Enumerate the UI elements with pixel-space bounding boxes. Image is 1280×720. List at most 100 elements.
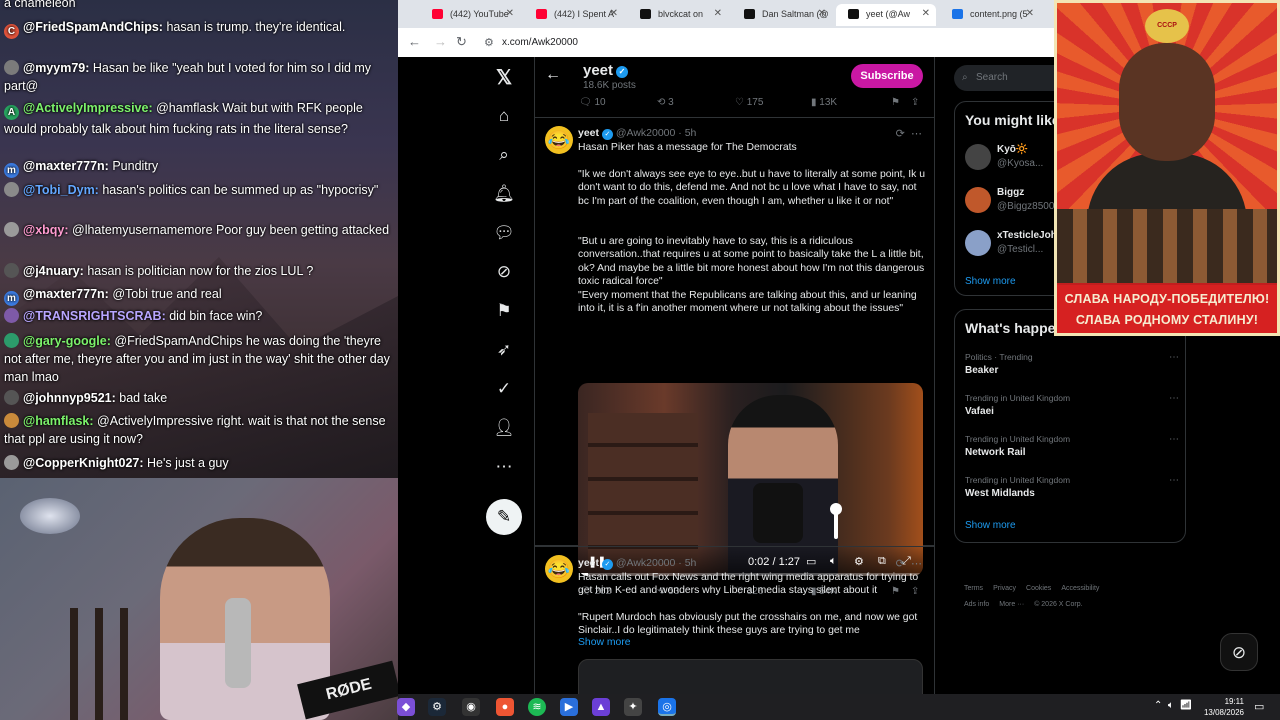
views-button[interactable]: ▮ 13K bbox=[811, 97, 837, 108]
more-icon[interactable]: ⋯ bbox=[492, 455, 516, 479]
chat-username[interactable]: @FriedSpamAndChips: bbox=[23, 20, 163, 34]
app-icon[interactable]: ◆ bbox=[397, 698, 415, 716]
browser-tab[interactable]: blvckcat on ✕ bbox=[628, 4, 728, 26]
volume-slider-knob[interactable] bbox=[830, 503, 842, 515]
browser-tab[interactable]: Dan Saltman (@ ✕ bbox=[732, 4, 832, 26]
chat-username[interactable]: @hamflask: bbox=[23, 414, 94, 428]
browser-icon[interactable]: ● bbox=[496, 698, 514, 716]
bookmark-icon[interactable]: ⚑ bbox=[891, 97, 900, 108]
home-icon[interactable]: ⌂ bbox=[492, 104, 516, 128]
chat-username[interactable]: @myym79: bbox=[23, 61, 89, 75]
chat-message: A @ActivelyImpressive: @hamflask Wait but… bbox=[4, 99, 396, 138]
chat-username[interactable]: @gary-google: bbox=[23, 334, 111, 348]
spotify-icon[interactable]: ≋ bbox=[528, 698, 546, 716]
post-handle[interactable]: @Awk20000 bbox=[616, 557, 676, 569]
trend-item[interactable]: Trending in United Kingdom Network Rail ⋯ bbox=[965, 434, 1179, 470]
x-logo-icon[interactable]: 𝕏 bbox=[492, 65, 516, 89]
footer-link[interactable]: © 2026 X Corp. bbox=[1034, 601, 1082, 608]
grok-icon[interactable]: ⊘ bbox=[492, 260, 516, 284]
post-more-icon[interactable]: ⟳ ⋯ bbox=[896, 127, 922, 140]
footer-link[interactable]: Cookies bbox=[1026, 585, 1051, 592]
browser-tab[interactable]: (442) I Spent A ✕ bbox=[524, 4, 624, 26]
app-icon[interactable]: ✦ bbox=[624, 698, 642, 716]
post-avatar[interactable]: 😂 bbox=[545, 555, 573, 583]
compose-post-button[interactable]: ✎ bbox=[486, 499, 522, 535]
trend-item[interactable]: Trending in United Kingdom Vafaei ⋯ bbox=[965, 393, 1179, 429]
chat-username[interactable]: @Tobi_Dym: bbox=[23, 183, 99, 197]
close-tab-icon[interactable]: ✕ bbox=[610, 4, 618, 24]
footer-link[interactable]: Terms bbox=[964, 585, 983, 592]
post[interactable]: 😂 yeet ✓ @Awk20000 · 5h ⟳ ⋯ Hasan calls … bbox=[535, 546, 934, 694]
verified-icon[interactable]: ✓ bbox=[492, 377, 516, 401]
post-author-name[interactable]: yeet bbox=[578, 127, 599, 139]
show-more-link[interactable]: Show more bbox=[965, 520, 1016, 531]
search-icon[interactable]: ⌕ bbox=[492, 143, 516, 167]
close-tab-icon[interactable]: ✕ bbox=[1026, 4, 1034, 24]
close-tab-icon[interactable]: ✕ bbox=[922, 4, 930, 24]
messages-icon[interactable]: 💬︎ bbox=[492, 221, 516, 245]
chat-username[interactable]: @xbqy: bbox=[23, 223, 69, 237]
system-tray-icons[interactable]: ⌃ 🔈︎ 📶︎ bbox=[1154, 700, 1192, 711]
trend-more-icon[interactable]: ⋯ bbox=[1169, 352, 1179, 363]
reply-button[interactable]: 🗨︎ 10 bbox=[579, 97, 606, 108]
url-field[interactable]: x.com/Awk20000 bbox=[502, 37, 578, 48]
post-media-thumbnail[interactable] bbox=[578, 659, 923, 694]
trend-more-icon[interactable]: ⋯ bbox=[1169, 475, 1179, 486]
footer-link[interactable]: Ads info bbox=[964, 601, 989, 608]
show-more-link[interactable]: Show more bbox=[578, 637, 631, 648]
post-avatar[interactable]: 😂 bbox=[545, 126, 573, 154]
close-tab-icon[interactable]: ✕ bbox=[506, 4, 514, 24]
chat-username[interactable]: @maxter777n: bbox=[23, 159, 109, 173]
forward-icon[interactable]: → bbox=[434, 34, 447, 49]
back-arrow-icon[interactable]: ← bbox=[545, 66, 561, 84]
post[interactable]: 😂 yeet ✓ @Awk20000 · 5h ⟳ ⋯ Hasan Piker … bbox=[535, 117, 934, 597]
footer-link[interactable]: More ··· bbox=[999, 601, 1024, 608]
share-icon[interactable]: ⇪ bbox=[911, 97, 919, 108]
trend-title: West Midlands bbox=[965, 488, 1035, 499]
clock[interactable]: 19:11 13/08/2026 bbox=[1198, 696, 1244, 718]
profile-icon[interactable]: 👤︎ bbox=[492, 416, 516, 440]
like-button[interactable]: ♡ 175 bbox=[735, 97, 763, 108]
back-icon[interactable]: ← bbox=[408, 34, 421, 49]
app-icon[interactable]: ▲ bbox=[592, 698, 610, 716]
post-more-icon[interactable]: ⟳ ⋯ bbox=[896, 557, 922, 570]
browser-tab[interactable]: yeet (@Aw ✕ bbox=[836, 4, 936, 26]
trend-more-icon[interactable]: ⋯ bbox=[1169, 434, 1179, 445]
browser-tab[interactable]: (442) YouTube ✕ bbox=[420, 4, 520, 26]
chat-username[interactable]: @CopperKnight027: bbox=[23, 456, 144, 470]
chat-username[interactable]: @j4nuary: bbox=[23, 264, 84, 278]
trend-item[interactable]: Politics · Trending Beaker ⋯ bbox=[965, 352, 1179, 388]
close-tab-icon[interactable]: ✕ bbox=[714, 4, 722, 24]
repost-button[interactable]: ⟲ 3 bbox=[657, 97, 674, 108]
app-icon[interactable]: ▶ bbox=[560, 698, 578, 716]
trend-more-icon[interactable]: ⋯ bbox=[1169, 393, 1179, 404]
avatar[interactable] bbox=[965, 144, 991, 170]
grok-button[interactable]: ⊘ bbox=[1220, 633, 1258, 671]
chat-username[interactable]: @ActivelyImpressive: bbox=[23, 101, 153, 115]
notifications-icon[interactable]: 🔔︎ bbox=[492, 182, 516, 206]
close-tab-icon[interactable]: ✕ bbox=[818, 4, 826, 24]
avatar[interactable] bbox=[965, 187, 991, 213]
post-time[interactable]: · 5h bbox=[678, 127, 696, 139]
bookmarks-icon[interactable]: ⚑ bbox=[492, 299, 516, 323]
post-time[interactable]: · 5h bbox=[678, 557, 696, 569]
trend-item[interactable]: Trending in United Kingdom West Midlands ⋯ bbox=[965, 475, 1179, 511]
footer-link[interactable]: Privacy bbox=[993, 585, 1016, 592]
steam-icon[interactable]: ⚙ bbox=[428, 698, 446, 716]
subscribe-button[interactable]: Subscribe bbox=[851, 64, 923, 88]
notification-icon[interactable]: ▭ bbox=[1254, 700, 1264, 713]
site-settings-icon[interactable]: ⚙ bbox=[484, 36, 494, 49]
chat-username[interactable]: @TRANSRIGHTSCRAB: bbox=[23, 309, 166, 323]
post-author-name[interactable]: yeet bbox=[578, 557, 599, 569]
footer-link[interactable]: Accessibility bbox=[1061, 585, 1099, 592]
chat-username[interactable]: @johnnyp9521: bbox=[23, 391, 116, 405]
browser-tab[interactable]: content.png (5 ✕ bbox=[940, 4, 1040, 26]
reload-icon[interactable]: ↻ bbox=[456, 34, 467, 50]
obs-icon[interactable]: ◉ bbox=[462, 698, 480, 716]
show-more-link[interactable]: Show more bbox=[965, 276, 1016, 287]
post-handle[interactable]: @Awk20000 bbox=[616, 127, 676, 139]
premium-icon[interactable]: ➶ bbox=[492, 338, 516, 362]
avatar[interactable] bbox=[965, 230, 991, 256]
chat-username[interactable]: @maxter777n: bbox=[23, 287, 109, 301]
chrome-icon[interactable]: ◎ bbox=[658, 698, 676, 716]
